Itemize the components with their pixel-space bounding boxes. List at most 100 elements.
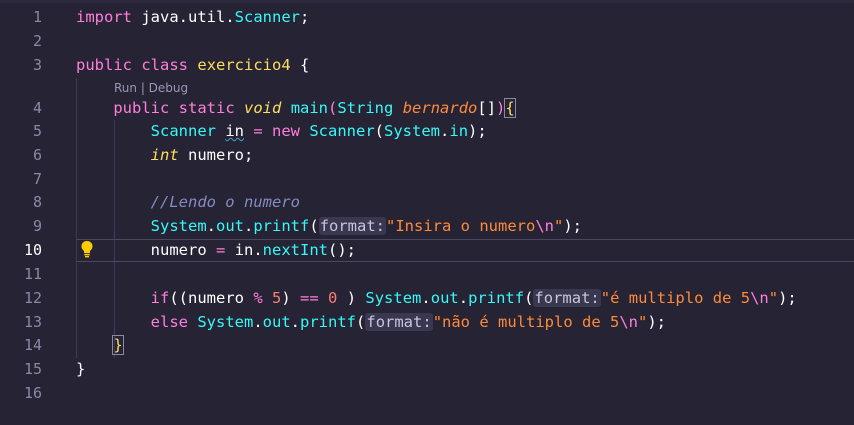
code-line[interactable]: 12 if((numero % 5) == 0 ) System.out.pri… — [0, 287, 854, 310]
lightbulb-icon[interactable] — [80, 240, 94, 258]
code-text: public static void main(String bernardo[… — [76, 97, 516, 120]
code-token: in — [449, 122, 469, 140]
code-token: \n — [619, 313, 638, 331]
code-line[interactable]: 3 public class exercicio4 { — [0, 54, 854, 77]
code-token: printf — [300, 313, 357, 331]
code-token: Scanner — [309, 122, 375, 140]
code-token: ( — [374, 122, 385, 140]
code-token: exercicio4 — [197, 56, 291, 74]
code-token: new — [272, 122, 300, 140]
code-token: void — [244, 99, 282, 117]
line-number: 9 — [32, 217, 42, 235]
code-token: public — [113, 99, 170, 117]
code-token: import — [76, 8, 132, 26]
line-number: 5 — [32, 122, 42, 140]
code-token: int — [150, 146, 179, 164]
code-token: numero — [150, 241, 207, 259]
code-line[interactable]: 14 } — [0, 334, 854, 357]
code-line[interactable]: 16 — [0, 382, 854, 405]
line-number: 7 — [32, 170, 42, 188]
code-line[interactable]: 10 numero = in.nextInt(); — [0, 239, 854, 262]
top-edge — [0, 0, 854, 3]
code-token: Scanner — [150, 122, 216, 140]
code-text: import java.util.Scanner; — [76, 6, 309, 29]
parameter-hint: format: — [365, 313, 433, 331]
code-token: } — [112, 335, 124, 355]
code-token: class — [141, 56, 189, 74]
code-line[interactable]: 4 public static void main(String bernard… — [0, 97, 854, 120]
code-token: static — [178, 99, 235, 117]
code-line[interactable]: 5 Scanner in = new Scanner(System.in); — [0, 120, 854, 143]
code-token: == — [300, 289, 319, 307]
line-number: 4 — [32, 99, 42, 117]
code-token: . — [458, 289, 469, 307]
code-line[interactable]: 13 else System.out.printf(format:"não é … — [0, 311, 854, 334]
code-text: //Lendo o numero — [76, 191, 300, 214]
code-token: System — [197, 313, 254, 331]
code-token: \n — [535, 217, 554, 235]
line-number: 6 — [32, 146, 42, 164]
code-token: ) — [337, 289, 366, 307]
code-token: else — [150, 313, 188, 331]
code-token: out — [430, 289, 459, 307]
code-line[interactable]: 11 — [0, 263, 854, 286]
line-number: 8 — [32, 193, 42, 211]
code-token: . — [244, 217, 254, 235]
code-token: System — [150, 217, 207, 235]
code-token: } — [76, 360, 86, 378]
line-number: 2 — [32, 32, 42, 50]
code-token: String — [337, 99, 394, 117]
code-token: ; — [299, 8, 310, 26]
line-number: 12 — [23, 289, 42, 307]
code-token: "Insira o numero — [386, 217, 536, 235]
code-text: } — [76, 334, 124, 357]
line-number: 16 — [23, 384, 42, 402]
code-token: 0 — [328, 289, 338, 307]
codelens-run-debug[interactable]: Run | Debug — [114, 80, 188, 96]
code-token: . — [290, 313, 301, 331]
code-line[interactable]: 8 //Lendo o numero — [0, 191, 854, 214]
code-token: % — [253, 289, 263, 307]
code-token: in — [225, 122, 244, 140]
code-line[interactable]: 15} — [0, 358, 854, 381]
code-token: out — [262, 313, 291, 331]
code-token: "é multiplo de 5 — [600, 289, 751, 307]
code-token: ); — [778, 289, 797, 307]
code-text: numero = in.nextInt(); — [76, 239, 356, 262]
code-token: = — [244, 122, 272, 140]
code-token: [] — [477, 99, 497, 117]
line-number: 14 — [23, 336, 42, 354]
code-line[interactable]: 1 import java.util.Scanner; — [0, 6, 854, 29]
code-token: { — [290, 56, 310, 74]
code-line[interactable]: 6 int numero; — [0, 144, 854, 167]
code-token: ); — [563, 217, 583, 235]
code-editor[interactable]: Run | Debug 1 import java.util.Scanner; 2 3… — [0, 0, 854, 425]
code-text: Scanner in = new Scanner(System.in); — [76, 120, 487, 143]
code-line[interactable]: 2 — [0, 30, 854, 53]
code-token: System — [365, 289, 422, 307]
code-token: //Lendo o numero — [150, 193, 300, 211]
code-token: main — [290, 99, 329, 117]
code-text: } — [76, 358, 85, 381]
code-text: System.out.printf(format:"Insira o numer… — [76, 215, 582, 238]
code-token: System — [384, 122, 441, 140]
code-text: public class exercicio4 { — [76, 54, 309, 77]
code-token: bernardo — [402, 99, 478, 117]
code-token: ) — [496, 99, 506, 117]
code-line[interactable]: 9 System.out.printf(format:"Insira o num… — [0, 215, 854, 238]
code-token: in — [234, 241, 254, 259]
code-token: . — [206, 217, 216, 235]
code-line[interactable]: 7 — [0, 168, 854, 191]
